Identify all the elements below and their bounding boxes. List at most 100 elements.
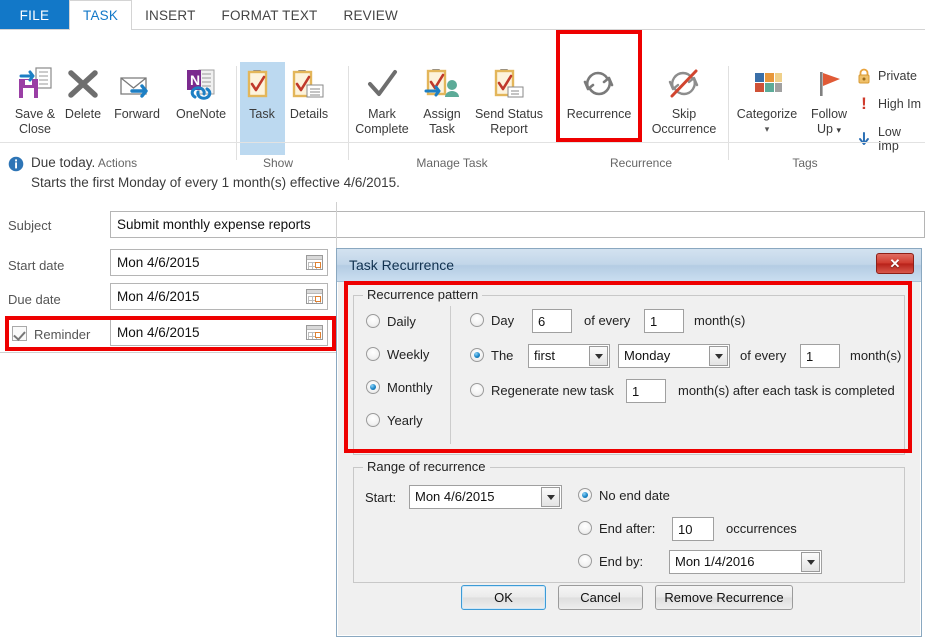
private-toggle[interactable]: Private <box>856 68 917 84</box>
subject-input[interactable]: Submit monthly expense reports <box>110 211 925 238</box>
radio-weekly-label: Weekly <box>387 347 430 362</box>
tab-file[interactable]: FILE <box>0 0 69 30</box>
show-details-label: Details <box>289 107 329 121</box>
close-icon[interactable]: ✕ <box>876 253 914 274</box>
save-and-close-label-2: Close <box>19 122 51 136</box>
start-date-label: Start date <box>8 258 65 273</box>
range-start-value: Mon 4/6/2015 <box>415 489 495 504</box>
skip-occurrence-label-1: Skip <box>671 107 697 121</box>
send-status-report-button[interactable]: Send Status Report <box>467 64 551 137</box>
ribbon-bottom-border <box>0 142 925 143</box>
dialog-title-bar[interactable]: Task Recurrence ✕ <box>337 249 921 282</box>
down-arrow-icon <box>858 132 869 145</box>
end-after-label: End after: <box>599 521 656 536</box>
group-separator-3 <box>728 66 729 160</box>
due-date-input[interactable]: Mon 4/6/2015 <box>110 283 328 310</box>
follow-up-label-2: Up ▾ <box>817 122 841 136</box>
ordinal-select[interactable]: first <box>528 344 610 368</box>
send-status-report-label-2: Report <box>490 122 528 136</box>
send-status-report-icon <box>467 64 551 104</box>
tab-review[interactable]: REVIEW <box>331 0 411 30</box>
range-start-select[interactable]: Mon 4/6/2015 <box>409 485 562 509</box>
remove-recurrence-button[interactable]: Remove Recurrence <box>655 585 793 610</box>
start-date-calendar-icon[interactable] <box>306 255 323 270</box>
forward-envelope-icon <box>104 64 170 104</box>
assign-task-button[interactable]: Assign Task <box>413 64 471 137</box>
categorize-dropdown-arrow[interactable]: ▾ <box>730 122 804 137</box>
radio-monthly[interactable] <box>366 380 380 394</box>
categorize-label: Categorize <box>736 107 798 121</box>
skip-occurrence-button[interactable]: Skip Occurrence <box>642 64 726 137</box>
info-bar: Due today. Starts the first Monday of ev… <box>0 150 925 202</box>
tab-task[interactable]: TASK <box>69 0 133 30</box>
the-months-label: month(s) <box>850 348 902 363</box>
assign-task-label-1: Assign <box>423 107 461 121</box>
high-importance-toggle[interactable]: ! High Im <box>856 95 922 112</box>
reminder-input[interactable]: Mon 4/6/2015 <box>110 319 328 346</box>
show-details-button[interactable]: Details <box>279 64 339 122</box>
radio-weekly[interactable] <box>366 347 380 361</box>
mark-complete-button[interactable]: Mark Complete <box>349 64 415 137</box>
tab-format-text[interactable]: FORMAT TEXT <box>209 0 331 30</box>
tab-format-text-label: FORMAT TEXT <box>221 7 318 23</box>
due-date-label: Due date <box>8 292 61 307</box>
lock-icon <box>858 68 870 84</box>
high-importance-label: High Im <box>878 97 922 111</box>
radio-yearly-label: Yearly <box>387 413 423 428</box>
radio-no-end-date[interactable] <box>578 488 592 502</box>
ok-button[interactable]: OK <box>461 585 546 610</box>
assign-task-icon <box>413 64 471 104</box>
task-recurrence-dialog: Task Recurrence ✕ Recurrence pattern Dai… <box>336 248 922 637</box>
day-label: Day <box>491 313 515 328</box>
day-months-label: month(s) <box>694 313 746 328</box>
end-by-date-value: Mon 1/4/2016 <box>675 554 755 569</box>
day-every-months-input[interactable]: 1 <box>644 309 684 333</box>
regenerate-suffix-label: month(s) after each task is completed <box>678 383 895 398</box>
recurrence-button[interactable]: Recurrence <box>556 64 642 122</box>
flag-icon <box>802 64 856 104</box>
onenote-button[interactable]: N OneNote <box>166 64 236 122</box>
radio-end-by[interactable] <box>578 554 592 568</box>
range-of-recurrence-fieldset: Range of recurrence Start: Mon 4/6/2015 … <box>353 459 905 583</box>
end-by-label: End by: <box>599 554 644 569</box>
ordinal-chevron-down-icon[interactable] <box>589 346 608 366</box>
tab-insert[interactable]: INSERT <box>132 0 208 30</box>
private-label: Private <box>878 69 917 83</box>
reminder-label: Reminder <box>34 327 91 342</box>
radio-daily[interactable] <box>366 314 380 328</box>
the-every-months-input[interactable]: 1 <box>800 344 840 368</box>
regenerate-months-input[interactable]: 1 <box>626 379 666 403</box>
low-importance-label: Low Imp <box>877 125 901 153</box>
range-start-chevron-down-icon[interactable] <box>541 487 560 507</box>
recurrence-pattern-legend: Recurrence pattern <box>363 287 483 302</box>
weekday-chevron-down-icon[interactable] <box>709 346 728 366</box>
follow-up-button[interactable]: Follow Up ▾ <box>802 64 856 138</box>
radio-end-after[interactable] <box>578 521 592 535</box>
end-by-date-select[interactable]: Mon 1/4/2016 <box>669 550 822 574</box>
horizontal-divider <box>0 352 336 353</box>
recurrence-icon <box>556 64 642 104</box>
radio-regenerate[interactable] <box>470 383 484 397</box>
reminder-calendar-icon[interactable] <box>306 325 323 340</box>
dialog-title: Task Recurrence <box>349 257 455 273</box>
reminder-checkbox[interactable] <box>12 326 27 341</box>
end-after-occurrences-input[interactable]: 10 <box>672 517 714 541</box>
info-line-2: Starts the first Monday of every 1 month… <box>31 175 400 190</box>
radio-yearly[interactable] <box>366 413 380 427</box>
radio-day-of-month[interactable] <box>470 313 484 327</box>
low-importance-toggle[interactable]: Low Imp <box>856 125 925 153</box>
cancel-button[interactable]: Cancel <box>558 585 643 610</box>
due-date-calendar-icon[interactable] <box>306 289 323 304</box>
categorize-button[interactable]: Categorize ▾ <box>730 64 804 137</box>
radio-the-weekday[interactable] <box>470 348 484 362</box>
day-number-input[interactable]: 6 <box>532 309 572 333</box>
no-end-date-label: No end date <box>599 488 670 503</box>
send-status-report-label-1: Send Status <box>474 107 544 121</box>
categorize-icon <box>730 64 804 104</box>
start-date-input[interactable]: Mon 4/6/2015 <box>110 249 328 276</box>
weekday-select[interactable]: Monday <box>618 344 730 368</box>
end-by-chevron-down-icon[interactable] <box>801 552 820 572</box>
forward-button[interactable]: Forward <box>104 64 170 122</box>
radio-daily-label: Daily <box>387 314 416 329</box>
onenote-icon: N <box>166 64 236 104</box>
